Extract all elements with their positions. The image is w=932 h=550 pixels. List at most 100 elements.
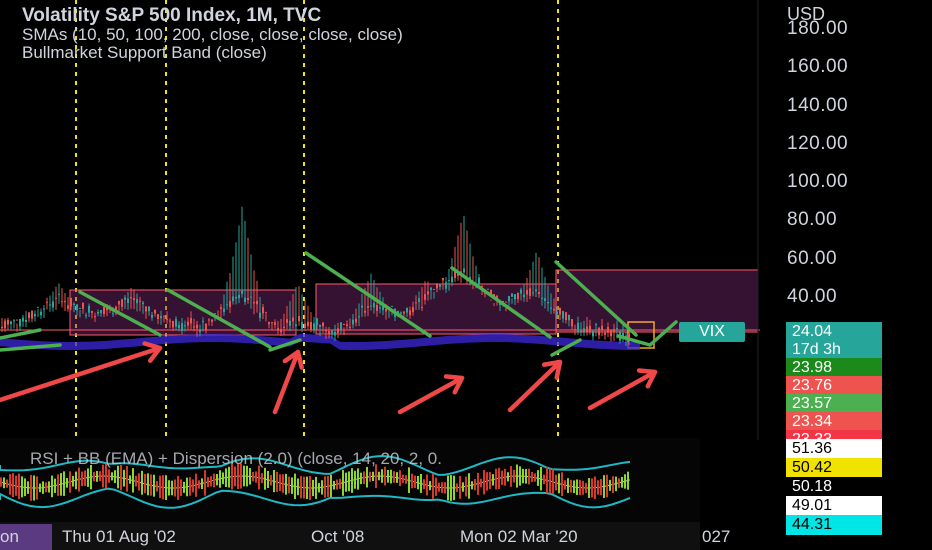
candle-body <box>205 323 207 330</box>
rsi-bar <box>282 474 284 493</box>
rsi-title[interactable]: RSI + BB (EMA) + Dispersion (2.0) (close… <box>30 449 442 469</box>
rsi-bar <box>159 475 161 499</box>
candle-body <box>64 301 66 303</box>
candle-body <box>184 325 186 327</box>
candle-body <box>433 288 435 290</box>
candle-body <box>361 305 363 308</box>
candle-body <box>592 330 594 337</box>
candle-body <box>151 314 153 318</box>
band-legend[interactable]: Bullmarket Support Band (close) <box>22 43 267 63</box>
rsi-bar <box>87 468 89 487</box>
candle-body <box>187 321 189 326</box>
rsi-bar <box>540 466 542 491</box>
candle-body <box>385 309 387 312</box>
rsi-bar <box>129 475 131 484</box>
rsi-bar <box>255 471 257 483</box>
x-label-a: on <box>0 527 19 546</box>
rsi-bar <box>114 470 116 484</box>
candle-body <box>604 332 606 335</box>
candle-body <box>43 308 45 310</box>
candle-body <box>286 319 288 323</box>
candle-body <box>508 295 510 302</box>
rsi-bar <box>459 476 461 499</box>
candle-body <box>322 322 324 327</box>
candle-body <box>547 302 549 304</box>
rsi-bar <box>477 472 479 495</box>
candle-body <box>208 319 210 321</box>
candle-body <box>49 304 51 306</box>
y-tick-label: 100.00 <box>787 171 849 193</box>
rsi-bar <box>435 477 437 496</box>
rsi-bar <box>444 482 446 494</box>
candle-body <box>238 294 240 299</box>
rsi-bar <box>480 478 482 488</box>
candle-body <box>262 307 264 314</box>
rsi-bar <box>468 473 470 499</box>
candle-body <box>550 307 552 309</box>
rsi-badge: 51.36 <box>786 439 882 459</box>
candle-body <box>313 323 315 330</box>
candle-body <box>337 328 339 333</box>
candle-body <box>316 318 318 326</box>
candle-body <box>268 322 270 325</box>
y-tick-label: 120.00 <box>787 132 849 154</box>
candle-body <box>76 304 78 311</box>
rsi-bar <box>357 468 359 490</box>
symbol-label[interactable]: VIX <box>679 322 745 342</box>
rsi-bar <box>264 467 266 490</box>
rsi-bar <box>219 470 221 488</box>
rsi-bar <box>471 481 473 490</box>
rsi-bar <box>561 472 563 497</box>
candle-body <box>367 306 369 308</box>
candle-body <box>277 328 279 330</box>
rsi-bar <box>279 474 281 492</box>
candle-body <box>418 298 420 302</box>
candle-body <box>340 322 342 330</box>
rsi-bar <box>99 471 101 482</box>
candle-body <box>568 314 570 321</box>
candle-body <box>331 330 333 334</box>
candle-body <box>190 318 192 324</box>
rsi-bar <box>378 471 380 481</box>
candle-body <box>19 318 21 327</box>
sma-legend[interactable]: SMAs (10, 50, 100, 200, close, close, cl… <box>22 25 403 45</box>
candle-body <box>487 288 489 290</box>
candle-body <box>310 322 312 330</box>
price-badge: 24.04 <box>786 322 882 342</box>
candle-body <box>130 297 132 299</box>
rsi-bar <box>393 471 395 483</box>
y-tick-label: 180.00 <box>787 18 849 39</box>
rsi-bar <box>528 468 530 485</box>
rsi-bar <box>579 479 581 496</box>
candle-body <box>175 318 177 327</box>
rsi-bar <box>123 469 125 487</box>
rsi-bar <box>552 469 554 495</box>
candle-body <box>412 307 414 313</box>
candle-body <box>4 320 6 329</box>
rsi-bar <box>273 469 275 493</box>
rsi-badge: 50.42 <box>786 458 882 478</box>
candle-body <box>556 311 558 315</box>
arrow-shaft <box>507 359 563 413</box>
candle-body <box>139 300 141 302</box>
candle-body <box>583 328 585 332</box>
rsi-bar <box>429 481 431 491</box>
candle-body <box>127 298 129 303</box>
candle-body <box>307 321 309 327</box>
candle-body <box>232 296 234 302</box>
rsi-badge: 49.01 <box>786 496 882 516</box>
rsi-bar <box>516 464 518 488</box>
candle-body <box>229 300 231 307</box>
rsi-bar <box>93 472 95 482</box>
candle-body <box>352 319 354 325</box>
candle-body <box>328 331 330 335</box>
rsi-bar <box>336 479 338 490</box>
y-tick-label: 160.00 <box>787 56 849 78</box>
rsi-bar <box>606 474 608 498</box>
rsi-bar <box>513 469 515 483</box>
rsi-bar <box>408 467 410 494</box>
rsi-bar <box>585 482 587 493</box>
rsi-bar <box>426 474 428 496</box>
rsi-bar <box>0 477 2 487</box>
candle-body <box>478 277 480 285</box>
